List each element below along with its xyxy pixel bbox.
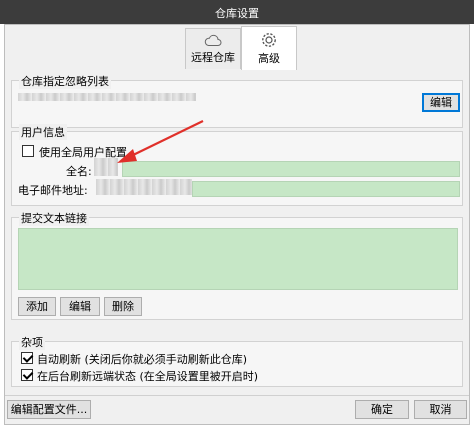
email-blurred bbox=[96, 179, 192, 195]
commit-links-list[interactable] bbox=[18, 228, 458, 290]
email-field[interactable] bbox=[192, 181, 460, 197]
email-label: 电子邮件地址: bbox=[18, 184, 88, 197]
user-info-group: 用户信息 使用全局用户配置 全名: 电子邮件地址: bbox=[11, 124, 463, 206]
bg-refresh-checkbox[interactable] bbox=[21, 369, 33, 381]
tab-advanced[interactable]: 高级 bbox=[241, 26, 297, 70]
ok-button[interactable]: 确定 bbox=[355, 400, 409, 419]
misc-group: 杂项 自动刷新 (关闭后你就必须手动刷新此仓库) 在后台刷新远端状态 (在全局设… bbox=[11, 334, 463, 387]
commit-links-group: 提交文本链接 添加 编辑 删除 bbox=[11, 210, 463, 320]
fullname-label: 全名: bbox=[66, 165, 92, 178]
delete-link-button[interactable]: 删除 bbox=[104, 297, 142, 316]
ignore-list-edit-button[interactable]: 编辑 bbox=[422, 93, 460, 112]
user-info-title: 用户信息 bbox=[19, 124, 67, 140]
tab-remote-label: 远程仓库 bbox=[191, 51, 235, 64]
edit-config-button[interactable]: 编辑配置文件... bbox=[7, 400, 91, 419]
cancel-button[interactable]: 取消 bbox=[414, 400, 467, 419]
ignore-list-group: 仓库指定忽略列表 编辑 bbox=[11, 73, 463, 128]
auto-refresh-label: 自动刷新 (关闭后你就必须手动刷新此仓库) bbox=[37, 353, 248, 366]
settings-dialog: 远程仓库 高级 仓库指定忽略列表 编辑 用户信息 使用全局用户配置 全名: 电子… bbox=[4, 24, 470, 425]
footer-divider bbox=[5, 395, 469, 396]
annotation-arrow-icon bbox=[117, 120, 204, 163]
bg-refresh-label: 在后台刷新远端状态 (在全局设置里被开启时) bbox=[37, 370, 259, 383]
misc-title: 杂项 bbox=[19, 334, 45, 350]
gear-icon bbox=[242, 31, 296, 49]
tab-remote[interactable]: 远程仓库 bbox=[185, 28, 241, 69]
use-global-checkbox[interactable] bbox=[22, 145, 34, 157]
tab-bar: 远程仓库 高级 bbox=[5, 25, 469, 71]
add-link-button[interactable]: 添加 bbox=[18, 297, 56, 316]
ignore-list-title: 仓库指定忽略列表 bbox=[19, 73, 111, 89]
tab-advanced-label: 高级 bbox=[258, 52, 280, 65]
auto-refresh-checkbox[interactable] bbox=[21, 352, 33, 364]
ignore-list-path bbox=[18, 93, 196, 101]
commit-links-title: 提交文本链接 bbox=[19, 210, 89, 226]
title-bar: 仓库设置 bbox=[0, 0, 474, 24]
edit-link-button[interactable]: 编辑 bbox=[60, 297, 100, 316]
window-title: 仓库设置 bbox=[215, 7, 259, 20]
